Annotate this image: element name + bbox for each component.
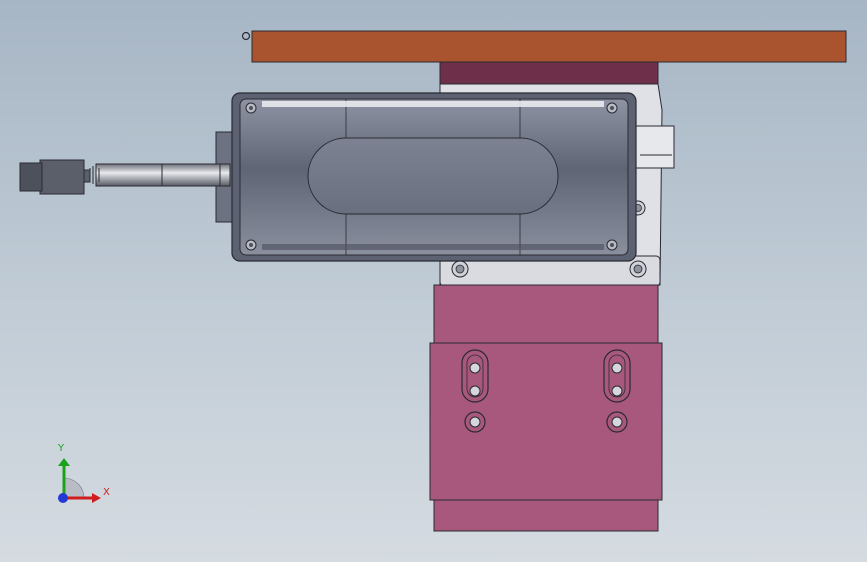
upper-block[interactable] (439, 61, 659, 85)
actuator-shaft[interactable] (95, 163, 231, 187)
cad-viewport[interactable]: Y X (0, 0, 867, 562)
motor-label-recess (307, 137, 559, 215)
triad-y-label: Y (58, 443, 65, 454)
model-view[interactable] (0, 0, 867, 562)
triad-z-axis (58, 493, 68, 503)
top-plate[interactable] (251, 30, 847, 63)
shaft-end-fitting[interactable] (39, 159, 85, 195)
bracket-side-tab[interactable] (635, 125, 675, 169)
triad-x-label: X (103, 487, 110, 498)
coordinate-triad (58, 458, 101, 503)
plate-hole-marker (241, 31, 251, 41)
